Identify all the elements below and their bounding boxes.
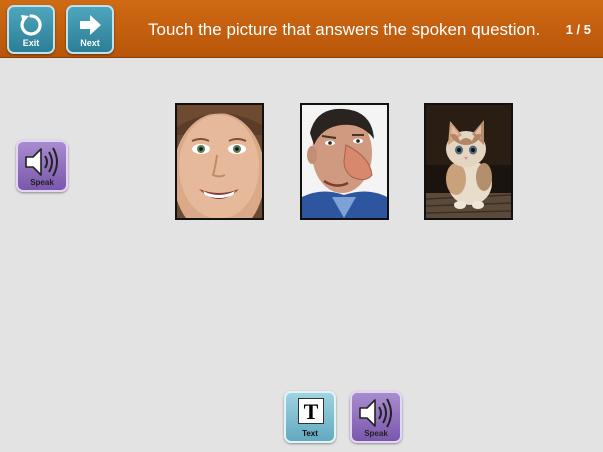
- next-arrow-icon: [68, 12, 112, 38]
- exit-button[interactable]: Exit: [7, 5, 55, 54]
- speaker-icon: [18, 146, 66, 178]
- exit-label: Exit: [22, 38, 40, 48]
- next-button[interactable]: Next: [66, 5, 114, 54]
- text-button[interactable]: T Text: [284, 391, 336, 443]
- speak-label: Speak: [364, 429, 388, 438]
- progress-counter: 1 / 5: [565, 22, 591, 37]
- next-label: Next: [80, 38, 100, 48]
- speaker-icon: [352, 397, 400, 429]
- activity-screen: Exit Next Touch the picture that answers…: [0, 0, 603, 452]
- speak-label: Speak: [30, 178, 54, 187]
- choice-picture-kitten[interactable]: [424, 103, 513, 220]
- text-label: Text: [302, 429, 318, 438]
- choice-picture-child[interactable]: [175, 103, 264, 220]
- instruction-text: Touch the picture that answers the spoke…: [148, 20, 541, 39]
- exit-icon: [9, 12, 53, 38]
- text-icon: T: [298, 398, 324, 424]
- speak-question-button[interactable]: Speak: [16, 140, 68, 192]
- speak-button-bottom[interactable]: Speak: [350, 391, 402, 443]
- header-bar: Exit Next Touch the picture that answers…: [0, 0, 603, 58]
- choice-picture-old-man[interactable]: [300, 103, 389, 220]
